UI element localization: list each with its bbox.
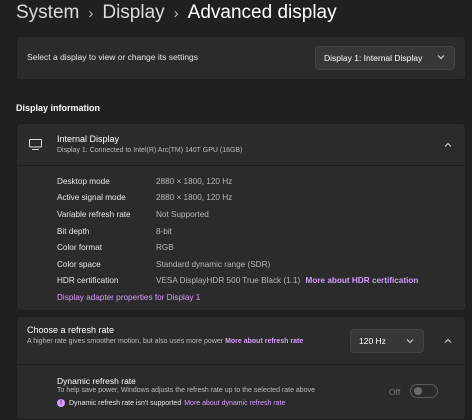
dynamic-refresh-warning-text: Dynamic refresh rate isn't supported [69,399,182,407]
property-key: Bit depth [57,226,90,236]
property-value: RGB [156,243,174,253]
toggle-state-label: Off [389,387,401,397]
property-key: HDR certification [57,276,119,286]
property-value: Standard dynamic range (SDR) [156,259,271,269]
display-selector-card: Select a display to view or change its s… [16,36,466,80]
dynamic-refresh-toggle[interactable] [410,384,438,398]
refresh-rate-title: Choose a refresh rate [27,325,115,335]
breadcrumb: System › Display › Advanced display [16,0,337,28]
display-info-title: Internal Display [57,134,120,144]
property-row-desktop-mode: Desktop mode 2880 × 1800, 120 Hz [57,173,418,190]
property-row-color-format: Color format RGB [57,239,418,256]
property-row-active-signal-mode: Active signal mode 2880 × 1800, 120 Hz [57,190,418,207]
refresh-rate-dropdown[interactable]: 120 Hz [350,329,424,353]
monitor-icon [29,139,42,150]
property-value-hdr: VESA DisplayHDR 500 True Black (1.1) Mor… [156,276,418,285]
dynamic-refresh-title: Dynamic refresh rate [57,376,136,386]
display-information-card: Internal Display Display 1: Connected to… [16,123,466,311]
chevron-right-icon: › [173,4,179,22]
refresh-rate-card: Choose a refresh rate A higher rate give… [16,316,466,420]
breadcrumb-system[interactable]: System [16,2,79,24]
property-value: VESA DisplayHDR 500 True Black (1.1) [156,276,301,286]
property-value: Not Supported [156,209,209,219]
property-row-color-space: Color space Standard dynamic range (SDR) [57,256,418,273]
display-properties-list: Desktop mode 2880 × 1800, 120 Hz Active … [57,173,418,289]
property-value: 2880 × 1800, 120 Hz [156,193,233,203]
info-icon: ! [57,399,65,407]
property-key: Desktop mode [57,176,110,186]
dynamic-refresh-rate-section: Dynamic refresh rate To help save power,… [17,366,465,420]
property-key: Variable refresh rate [57,209,131,219]
dynamic-refresh-description: To help save power, Windows adjusts the … [57,387,315,394]
property-row-variable-refresh-rate: Variable refresh rate Not Supported [57,206,418,223]
display-select-dropdown[interactable]: Display 1: Internal Display [315,46,455,70]
page-title: Advanced display [187,2,337,23]
breadcrumb-display[interactable]: Display [102,2,164,24]
toggle-knob [414,387,422,395]
display-info-subtitle: Display 1: Connected to Intel(R) Arc(TM)… [57,147,243,154]
hdr-certification-link[interactable]: More about HDR certification [306,276,419,285]
display-adapter-properties-link[interactable]: Display adapter properties for Display 1 [57,293,200,302]
property-key: Color format [57,243,103,253]
dynamic-refresh-warning: ! Dynamic refresh rate isn't supported M… [57,399,285,407]
display-select-value: Display 1: Internal Display [324,53,423,63]
refresh-rate-learn-more-link[interactable]: More about refresh rate [225,338,303,345]
property-key: Color space [57,259,101,269]
advanced-display-page: System › Display › Advanced display Sele… [0,0,472,420]
chevron-down-icon [406,339,414,344]
refresh-rate-header: Choose a refresh rate A higher rate give… [17,317,465,365]
dynamic-refresh-learn-more-link[interactable]: More about dynamic refresh rate [184,400,285,407]
property-key: Active signal mode [57,193,126,203]
chevron-up-icon[interactable] [443,336,453,346]
display-info-header[interactable]: Internal Display Display 1: Connected to… [17,124,465,166]
refresh-rate-description-text: A higher rate gives smoother motion, but… [27,338,224,345]
property-row-hdr-certification: HDR certification VESA DisplayHDR 500 Tr… [57,273,418,290]
property-row-bit-depth: Bit depth 8-bit [57,223,418,240]
refresh-rate-description: A higher rate gives smoother motion, but… [27,337,337,347]
chevron-down-icon [437,55,445,60]
display-selector-label: Select a display to view or change its s… [27,52,199,62]
section-title-display-information: Display information [16,103,101,113]
refresh-rate-value: 120 Hz [359,336,386,346]
chevron-up-icon[interactable] [443,140,453,150]
property-value: 8-bit [156,226,172,236]
chevron-right-icon: › [88,4,94,22]
property-value: 2880 × 1800, 120 Hz [156,176,233,186]
